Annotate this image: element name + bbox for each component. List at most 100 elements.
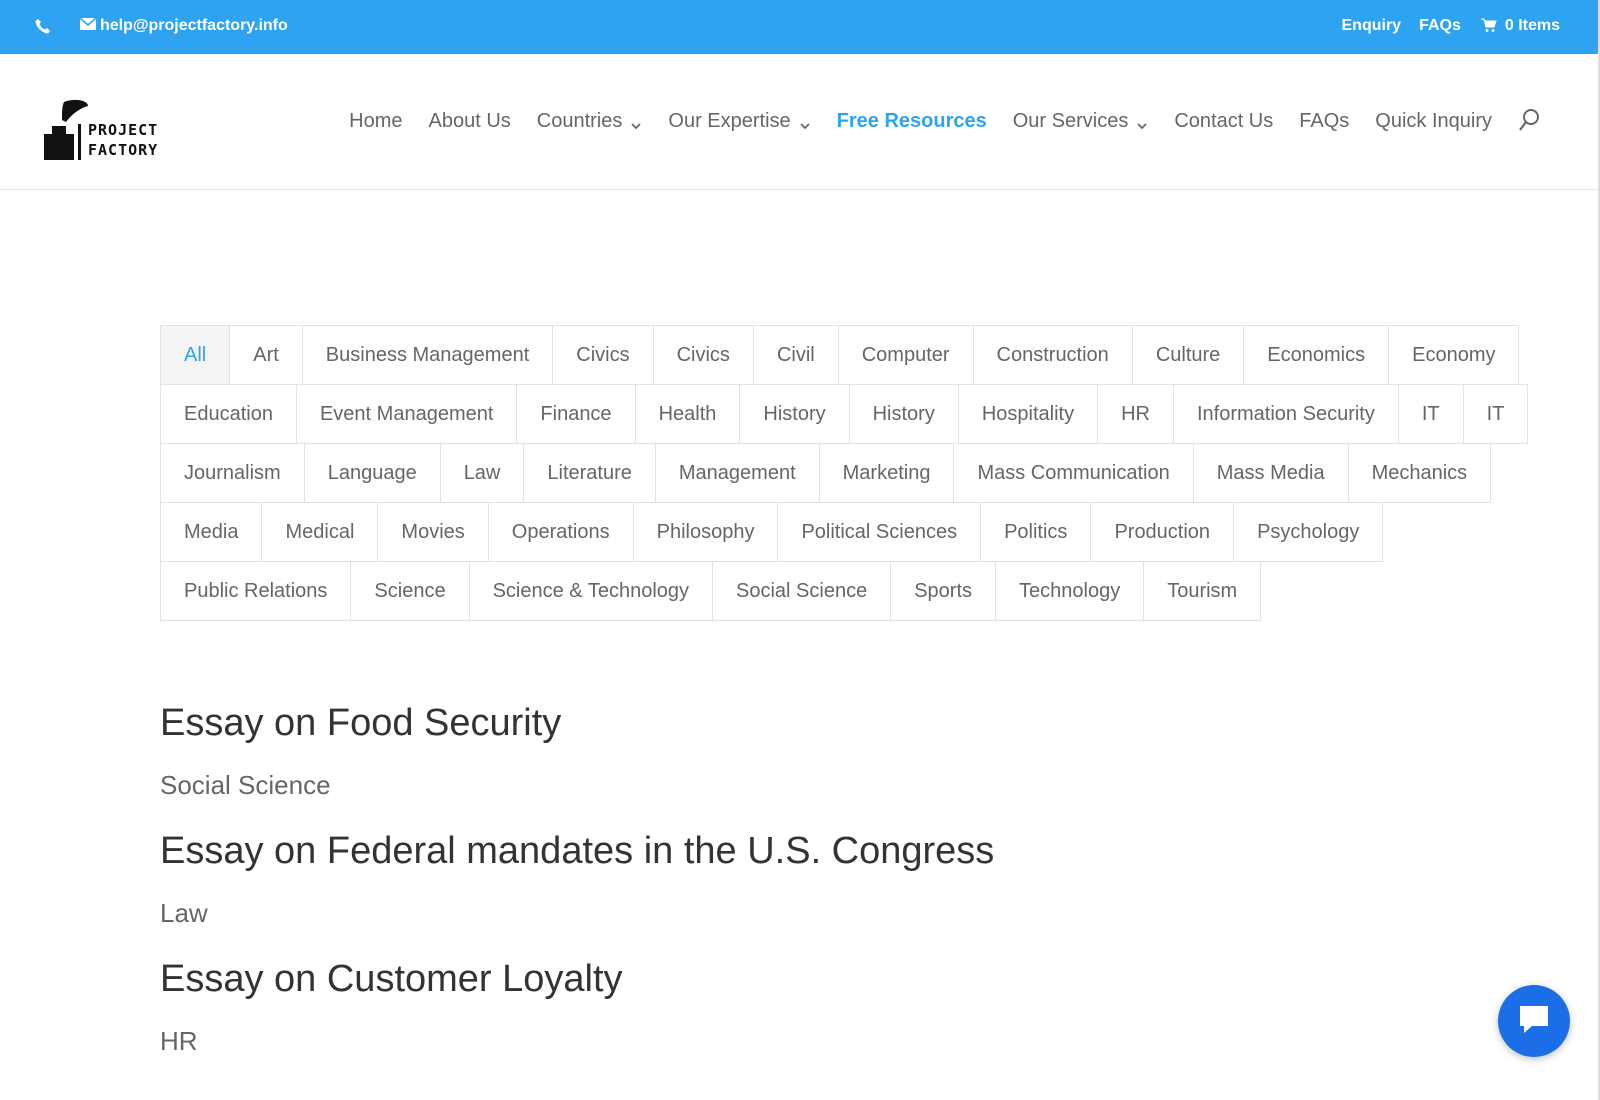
filter-sports[interactable]: Sports [890, 561, 997, 621]
list-item: Essay on Customer Loyalty HR [160, 956, 1260, 1084]
filter-public-relations[interactable]: Public Relations [160, 561, 352, 621]
filter-row: Education Event Management Finance Healt… [160, 384, 1529, 444]
filter-production[interactable]: Production [1090, 502, 1235, 562]
nav-label: Quick Inquiry [1375, 109, 1492, 132]
filter-construction[interactable]: Construction [972, 325, 1133, 385]
chat-bubble-icon [1516, 1002, 1552, 1041]
contact-info: help@projectfactory.info [34, 17, 288, 35]
nav-home[interactable]: Home [349, 110, 402, 133]
filter-politics[interactable]: Politics [980, 502, 1092, 562]
filter-social-science[interactable]: Social Science [712, 561, 892, 621]
article-category: Law [160, 898, 208, 928]
faqs-top-link[interactable]: FAQs [1419, 17, 1461, 35]
filter-medical[interactable]: Medical [261, 502, 379, 562]
filter-journalism[interactable]: Journalism [160, 443, 305, 503]
filter-it[interactable]: IT [1397, 384, 1464, 444]
filter-economics[interactable]: Economics [1243, 325, 1390, 385]
filter-it[interactable]: IT [1462, 384, 1529, 444]
nav-countries[interactable]: Countries [537, 110, 643, 133]
article-title[interactable]: Essay on Federal mandates in the U.S. Co… [160, 828, 1260, 888]
filter-information-security[interactable]: Information Security [1173, 384, 1399, 444]
filter-culture[interactable]: Culture [1131, 325, 1245, 385]
filter-tourism[interactable]: Tourism [1143, 561, 1262, 621]
quill-logo-icon [44, 98, 88, 162]
article-title[interactable]: Essay on Food Security [160, 700, 1260, 760]
filter-marketing[interactable]: Marketing [818, 443, 955, 503]
nav-label: Countries [536, 109, 623, 132]
nav-about-us[interactable]: About Us [429, 110, 511, 133]
filter-education[interactable]: Education [160, 384, 297, 444]
filter-row: All Art Business Management Civics Civic… [160, 325, 1520, 385]
filter-mass-communication[interactable]: Mass Communication [953, 443, 1194, 503]
site-header: PROJECT FACTORY Home About Us Countries … [0, 54, 1600, 190]
nav-faqs[interactable]: FAQs [1299, 110, 1349, 133]
filter-business-management[interactable]: Business Management [301, 325, 554, 385]
filter-art[interactable]: Art [229, 325, 303, 385]
filter-media[interactable]: Media [160, 502, 263, 562]
search-icon[interactable] [1518, 108, 1540, 134]
filter-event-management[interactable]: Event Management [295, 384, 518, 444]
cart-icon [1480, 17, 1497, 35]
envelope-icon [79, 17, 97, 35]
filter-economy[interactable]: Economy [1388, 325, 1520, 385]
filter-philosophy[interactable]: Philosophy [632, 502, 779, 562]
filter-history[interactable]: History [848, 384, 959, 444]
filter-political-sciences[interactable]: Political Sciences [777, 502, 982, 562]
article-list: Essay on Food Security Social Science Es… [160, 700, 1260, 1084]
filter-science[interactable]: Science [350, 561, 470, 621]
cart-link[interactable]: 0 Items [1480, 17, 1560, 35]
filter-health[interactable]: Health [634, 384, 741, 444]
list-item: Essay on Federal mandates in the U.S. Co… [160, 828, 1260, 956]
nav-label: Home [349, 109, 403, 132]
filter-row: Journalism Language Law Literature Manag… [160, 443, 1492, 503]
filter-movies[interactable]: Movies [377, 502, 489, 562]
chevron-down-icon [799, 115, 811, 130]
filter-civil[interactable]: Civil [752, 325, 839, 385]
article-category: HR [160, 1026, 198, 1056]
filter-mass-media[interactable]: Mass Media [1192, 443, 1349, 503]
filter-civics[interactable]: Civics [652, 325, 754, 385]
nav-quick-inquiry[interactable]: Quick Inquiry [1375, 110, 1492, 133]
chevron-down-icon [1136, 115, 1148, 130]
email-text: help@projectfactory.info [100, 17, 288, 34]
top-links: Enquiry FAQs 0 Items [1324, 17, 1561, 35]
nav-label: FAQs [1299, 109, 1350, 132]
nav-free-resources[interactable]: Free Resources [837, 110, 987, 133]
nav-our-expertise[interactable]: Our Expertise [668, 110, 810, 133]
filter-technology[interactable]: Technology [995, 561, 1145, 621]
filter-computer[interactable]: Computer [837, 325, 974, 385]
filter-psychology[interactable]: Psychology [1233, 502, 1384, 562]
filter-law[interactable]: Law [439, 443, 525, 503]
nav-label: Contact Us [1174, 109, 1274, 132]
nav-label: Our Expertise [668, 109, 791, 132]
nav-label: Free Resources [836, 109, 987, 132]
filter-hr[interactable]: HR [1097, 384, 1174, 444]
phone-icon[interactable] [34, 17, 52, 35]
chevron-down-icon [630, 115, 642, 130]
email-link[interactable]: help@projectfactory.info [79, 17, 288, 35]
filter-history[interactable]: History [739, 384, 850, 444]
logo-line-2: FACTORY [88, 141, 159, 159]
filter-civics[interactable]: Civics [552, 325, 654, 385]
filter-all[interactable]: All [160, 325, 231, 385]
filter-hospitality[interactable]: Hospitality [957, 384, 1099, 444]
logo-line-1: PROJECT [88, 121, 159, 139]
filter-science-technology[interactable]: Science & Technology [468, 561, 714, 621]
filter-language[interactable]: Language [303, 443, 441, 503]
nav-label: About Us [428, 109, 511, 132]
filter-management[interactable]: Management [654, 443, 820, 503]
nav-contact-us[interactable]: Contact Us [1174, 110, 1273, 133]
enquiry-link[interactable]: Enquiry [1342, 17, 1402, 35]
filter-literature[interactable]: Literature [523, 443, 656, 503]
site-logo[interactable]: PROJECT FACTORY [44, 98, 159, 162]
nav-our-services[interactable]: Our Services [1013, 110, 1149, 133]
top-bar: help@projectfactory.info Enquiry FAQs 0 … [0, 0, 1600, 54]
article-title[interactable]: Essay on Customer Loyalty [160, 956, 1260, 1016]
filter-mechanics[interactable]: Mechanics [1347, 443, 1492, 503]
chat-button[interactable] [1498, 985, 1570, 1057]
category-filter-grid: All Art Business Management Civics Civic… [160, 325, 1529, 621]
main-nav: Home About Us Countries Our Expertise Fr… [323, 108, 1540, 134]
cart-label: 0 Items [1504, 17, 1560, 34]
filter-finance[interactable]: Finance [516, 384, 636, 444]
filter-operations[interactable]: Operations [487, 502, 634, 562]
